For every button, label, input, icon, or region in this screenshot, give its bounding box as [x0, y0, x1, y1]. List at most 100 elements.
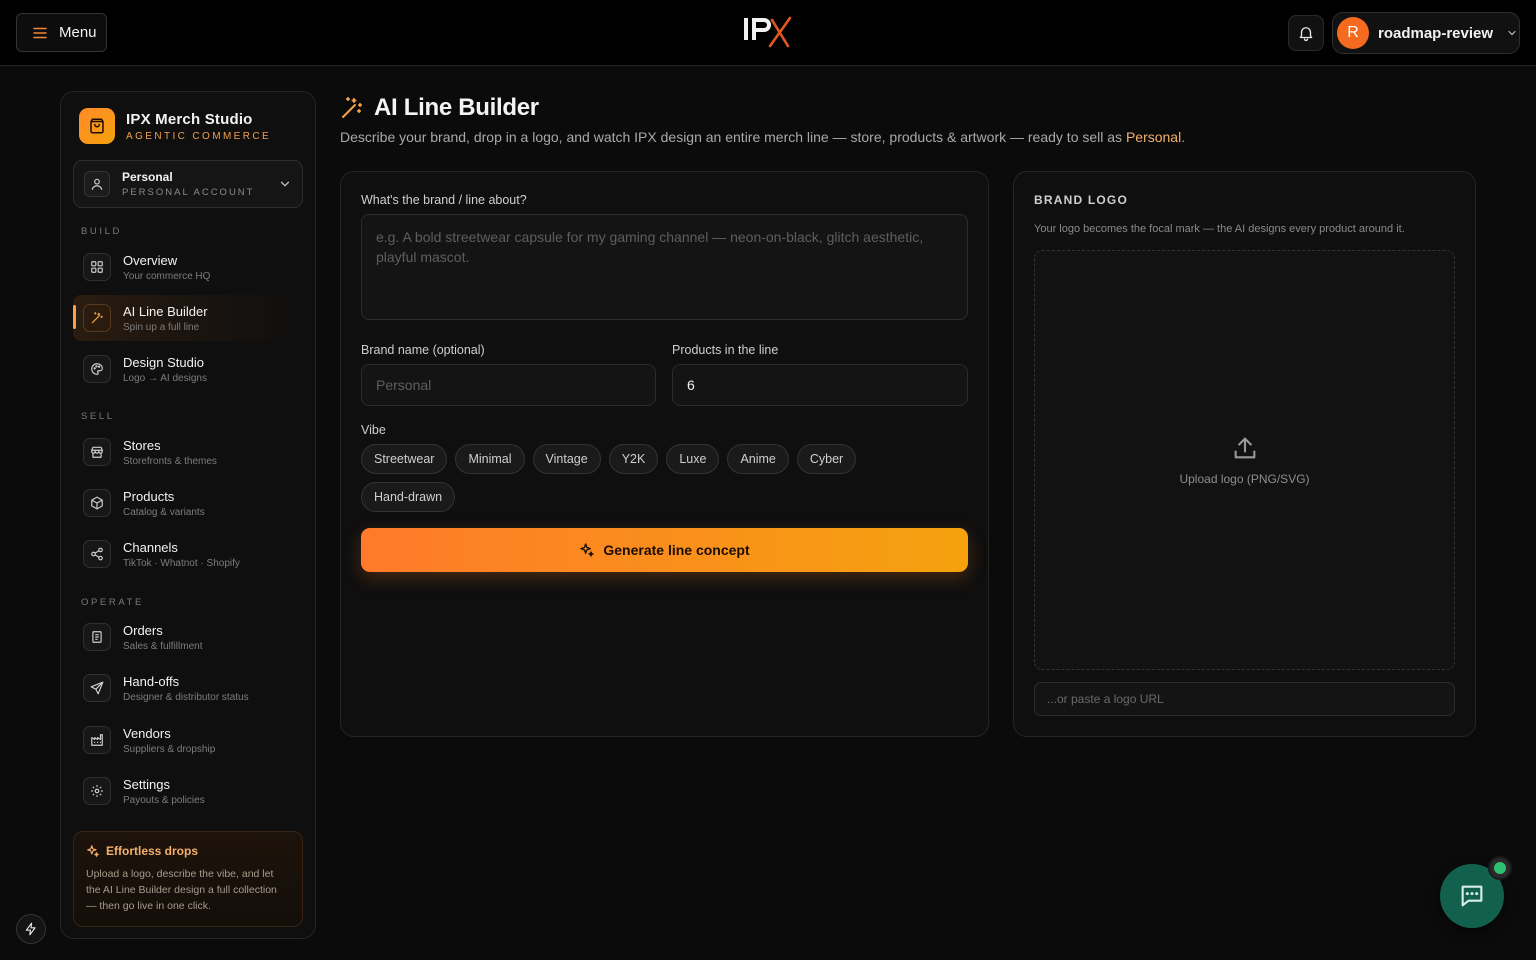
vibe-chips: Streetwear Minimal Vintage Y2K Luxe Anim… — [361, 444, 921, 512]
brand-logo-title: BRAND LOGO — [1034, 193, 1128, 207]
brand-name-input[interactable]: Personal — [361, 364, 656, 406]
menu-button[interactable]: Menu — [16, 13, 107, 52]
shopping-bag-icon — [79, 108, 115, 144]
sidebar-item-channels[interactable]: Channels TikTok · Whatnot · Shopify — [73, 531, 303, 577]
palette-icon — [83, 355, 111, 383]
brand-name-label: Brand name (optional) — [361, 343, 485, 357]
factory-icon — [83, 726, 111, 754]
logo-dropzone[interactable]: Upload logo (PNG/SVG) — [1034, 250, 1455, 670]
sidebar-item-sub: Storefronts & themes — [123, 455, 217, 467]
vibe-label: Vibe — [361, 423, 386, 437]
section-sell: SELL — [81, 411, 115, 422]
send-icon — [83, 674, 111, 702]
online-status-indicator — [1488, 856, 1512, 880]
gear-icon — [83, 777, 111, 805]
top-bar: Menu R roadmap-review — [0, 0, 1536, 66]
page-description: Describe your brand, drop in a logo, and… — [340, 129, 1186, 145]
sidebar-item-label: Orders — [123, 622, 163, 638]
account-switcher[interactable]: Personal PERSONAL ACCOUNT — [73, 160, 303, 208]
promo-text: Upload a logo, describe the vibe, and le… — [86, 868, 277, 912]
sidebar-item-label: Overview — [123, 252, 178, 268]
chevron-down-icon — [1508, 30, 1516, 36]
sidebar-item-stores[interactable]: Stores Storefronts & themes — [73, 429, 303, 475]
sidebar: IPX Merch Studio AGENTIC COMMERCE Person… — [60, 91, 316, 939]
receipt-icon — [83, 623, 111, 651]
sidebar-item-label: Products — [123, 488, 175, 504]
sidebar-item-ai-line-builder[interactable]: AI Line Builder Spin up a full line — [73, 295, 303, 341]
sidebar-item-settings[interactable]: Settings Payouts & policies — [73, 768, 303, 814]
sidebar-item-sub: Catalog & variants — [123, 506, 205, 518]
sidebar-item-sub: Spin up a full line — [123, 321, 200, 333]
avatar: R — [1337, 17, 1369, 49]
account-highlight[interactable]: Personal — [1126, 129, 1181, 145]
hamburger-icon — [33, 27, 47, 38]
sidebar-item-label: Design Studio — [123, 354, 204, 370]
account-name: Personal — [122, 170, 173, 184]
sidebar-item-label: Settings — [123, 776, 170, 792]
bell-icon — [1299, 27, 1313, 42]
ipx-logo[interactable] — [742, 14, 794, 50]
promo-title: Effortless drops — [86, 844, 290, 858]
lightning-icon — [25, 922, 36, 936]
vibe-chip[interactable]: Vintage — [532, 444, 601, 474]
brand-title: IPX Merch Studio — [126, 110, 253, 128]
sidebar-item-sub: Payouts & policies — [123, 794, 205, 806]
sidebar-item-sub: Your commerce HQ — [123, 270, 211, 282]
vibe-chip[interactable]: Y2K — [608, 444, 659, 474]
sidebar-item-sub: TikTok · Whatnot · Shopify — [123, 557, 240, 569]
sidebar-item-hand-offs[interactable]: Hand-offs Designer & distributor status — [73, 665, 303, 711]
sidebar-item-orders[interactable]: Orders Sales & fulfillment — [73, 614, 303, 660]
sidebar-item-sub: Suppliers & dropship — [123, 743, 216, 755]
sidebar-item-label: Hand-offs — [123, 673, 180, 689]
sidebar-item-sub: Sales & fulfillment — [123, 640, 203, 652]
line-builder-form: What's the brand / line about? e.g. A bo… — [340, 171, 989, 737]
sidebar-item-products[interactable]: Products Catalog & variants — [73, 480, 303, 526]
sidebar-item-label: Stores — [123, 437, 161, 453]
generate-line-button[interactable]: Generate line concept — [361, 528, 968, 572]
magic-wand-icon — [342, 97, 362, 118]
page-title: AI Line Builder — [340, 94, 539, 122]
about-textarea[interactable]: e.g. A bold streetwear capsule for my ga… — [361, 214, 968, 320]
logo-url-input[interactable]: ...or paste a logo URL — [1034, 682, 1455, 716]
upload-label: Upload logo (PNG/SVG) — [1179, 472, 1310, 486]
sidebar-item-sub: Designer & distributor status — [123, 691, 249, 703]
account-type: PERSONAL ACCOUNT — [122, 187, 255, 198]
vibe-chip[interactable]: Minimal — [455, 444, 525, 474]
about-label: What's the brand / line about? — [361, 193, 527, 207]
vibe-chip[interactable]: Hand-drawn — [361, 482, 456, 512]
user-name: roadmap-review — [1378, 24, 1494, 42]
vibe-chip[interactable]: Anime — [727, 444, 789, 474]
chat-bubble-icon — [1461, 885, 1483, 907]
products-count-label: Products in the line — [672, 343, 779, 357]
sidebar-item-label: Vendors — [123, 725, 171, 741]
sidebar-item-overview[interactable]: Overview Your commerce HQ — [73, 244, 303, 290]
brand-logo-card: BRAND LOGO Your logo becomes the focal m… — [1013, 171, 1476, 737]
magic-wand-icon — [83, 304, 111, 332]
vibe-chip[interactable]: Streetwear — [361, 444, 448, 474]
sparkles-icon — [580, 543, 595, 557]
user-menu-button[interactable]: R roadmap-review — [1332, 12, 1520, 54]
sidebar-item-design-studio[interactable]: Design Studio Logo → AI designs — [73, 346, 303, 392]
sidebar-item-label: AI Line Builder — [123, 303, 208, 319]
sparkles-icon — [87, 845, 99, 857]
notifications-button[interactable] — [1288, 15, 1324, 51]
chevron-down-icon — [280, 181, 290, 187]
vibe-chip[interactable]: Luxe — [666, 444, 720, 474]
menu-label: Menu — [59, 24, 97, 41]
upload-icon — [1234, 437, 1255, 459]
section-operate: OPERATE — [81, 597, 144, 608]
products-count-input[interactable]: 6 — [672, 364, 968, 406]
brand-header: IPX Merch Studio AGENTIC COMMERCE — [79, 108, 271, 144]
sidebar-item-vendors[interactable]: Vendors Suppliers & dropship — [73, 717, 303, 763]
brand-logo-description: Your logo becomes the focal mark — the A… — [1034, 223, 1405, 235]
grid-icon — [83, 253, 111, 281]
sidebar-item-label: Channels — [123, 539, 178, 555]
section-build: BUILD — [81, 226, 122, 237]
brand-subtitle: AGENTIC COMMERCE — [126, 130, 272, 142]
share-icon — [83, 540, 111, 568]
user-icon — [84, 171, 110, 197]
quick-action-button[interactable] — [16, 914, 46, 944]
store-icon — [83, 438, 111, 466]
vibe-chip[interactable]: Cyber — [796, 444, 857, 474]
sidebar-item-sub: Logo → AI designs — [123, 372, 207, 384]
